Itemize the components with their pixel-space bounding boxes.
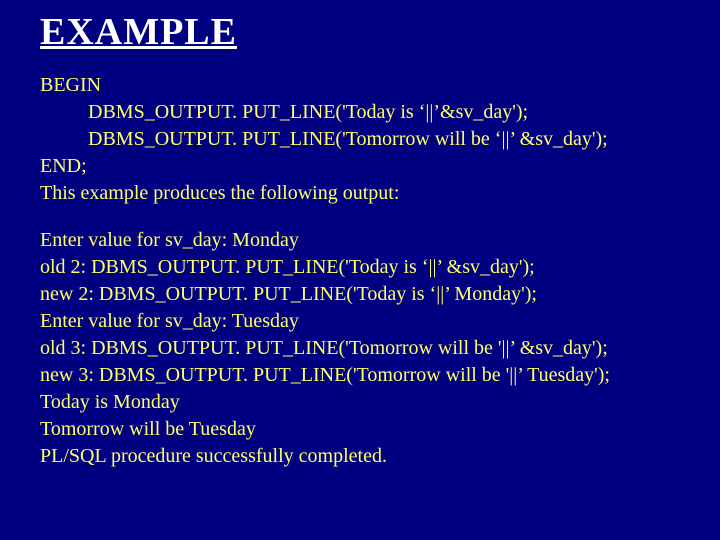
output-line: Today is Monday <box>40 389 720 416</box>
output-line: old 3: DBMS_OUTPUT. PUT_LINE('Tomorrow w… <box>40 335 720 362</box>
code-line: This example produces the following outp… <box>40 180 720 207</box>
code-line: DBMS_OUTPUT. PUT_LINE('Today is ‘||’&sv_… <box>40 99 720 126</box>
output-line: new 2: DBMS_OUTPUT. PUT_LINE('Today is ‘… <box>40 281 720 308</box>
slide: EXAMPLE BEGIN DBMS_OUTPUT. PUT_LINE('Tod… <box>0 0 720 540</box>
slide-title: EXAMPLE <box>40 10 720 54</box>
code-line: END; <box>40 153 720 180</box>
spacer <box>40 207 720 227</box>
output-line: new 3: DBMS_OUTPUT. PUT_LINE('Tomorrow w… <box>40 362 720 389</box>
output-line: Tomorrow will be Tuesday <box>40 416 720 443</box>
code-line: DBMS_OUTPUT. PUT_LINE('Tomorrow will be … <box>40 126 720 153</box>
code-line: BEGIN <box>40 72 720 99</box>
code-block: BEGIN DBMS_OUTPUT. PUT_LINE('Today is ‘|… <box>40 72 720 207</box>
output-line: old 2: DBMS_OUTPUT. PUT_LINE('Today is ‘… <box>40 254 720 281</box>
output-line: Enter value for sv_day: Monday <box>40 227 720 254</box>
output-line: Enter value for sv_day: Tuesday <box>40 308 720 335</box>
output-block: Enter value for sv_day: Monday old 2: DB… <box>40 227 720 470</box>
output-line: PL/SQL procedure successfully completed. <box>40 443 720 470</box>
